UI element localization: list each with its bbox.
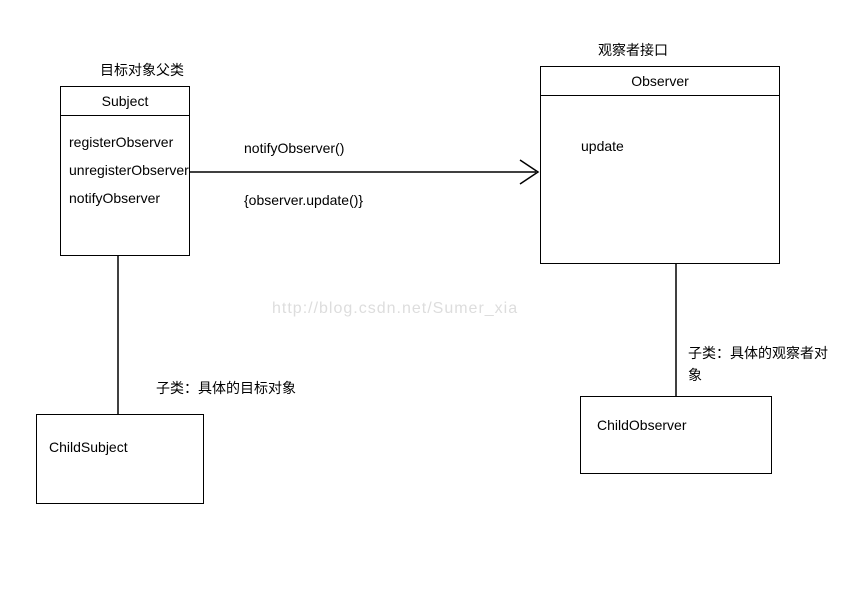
subject-class-box: Subject registerObserver unregisterObser… <box>60 86 190 256</box>
observer-body: update <box>541 96 779 172</box>
subject-method-register: registerObserver <box>69 128 181 156</box>
subject-parent-label: 目标对象父类 <box>100 60 184 80</box>
observer-interface-label: 观察者接口 <box>598 40 668 60</box>
child-subject-title: ChildSubject <box>37 415 203 479</box>
child-observer-box: ChildObserver <box>580 396 772 474</box>
arrow-label-update-call: {observer.update()} <box>244 192 363 208</box>
child-subject-box: ChildSubject <box>36 414 204 504</box>
subject-method-unregister: unregisterObserver <box>69 156 181 184</box>
child-observer-title: ChildObserver <box>581 397 771 453</box>
observer-title: Observer <box>541 67 779 96</box>
observer-method-update: update <box>581 132 771 160</box>
watermark-text: http://blog.csdn.net/Sumer_xia <box>272 300 518 318</box>
child-observer-note: 子类：具体的观察者对象 <box>688 342 838 387</box>
arrow-label-notify: notifyObserver() <box>244 140 344 156</box>
subject-body: registerObserver unregisterObserver noti… <box>61 116 189 224</box>
observer-class-box: Observer update <box>540 66 780 264</box>
subject-title: Subject <box>61 87 189 116</box>
subject-method-notify: notifyObserver <box>69 184 181 212</box>
child-subject-note: 子类：具体的目标对象 <box>156 378 296 398</box>
